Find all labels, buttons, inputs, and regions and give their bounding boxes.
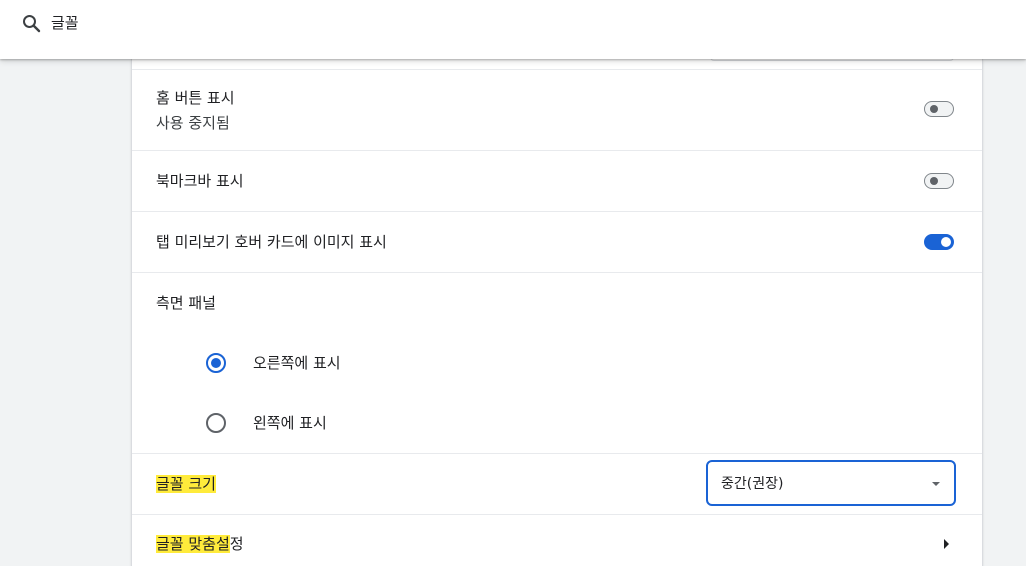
search-input[interactable]: 글꼴 <box>51 13 79 33</box>
toggle-knob <box>930 105 938 113</box>
toggle-track <box>924 101 954 117</box>
search-icon[interactable] <box>20 12 44 36</box>
radio-button-left[interactable] <box>206 413 226 433</box>
divider <box>132 69 982 70</box>
toggle-track <box>924 173 954 189</box>
bookmarks-bar-toggle[interactable] <box>924 171 956 191</box>
home-button-label: 홈 버튼 표시 <box>156 89 235 107</box>
tab-preview-images-toggle[interactable] <box>924 232 956 252</box>
divider <box>132 150 982 151</box>
divider <box>132 453 982 454</box>
appearance-settings-card: 홈 버튼 표시 사용 중지됨 북마크바 표시 탭 미리보기 호버 카드에 이미지… <box>131 56 983 566</box>
home-button-sublabel: 사용 중지됨 <box>156 114 230 132</box>
chevron-right-icon[interactable] <box>944 539 949 549</box>
arrow-drop-down-icon <box>932 482 940 486</box>
divider <box>132 211 982 212</box>
search-highlight: 글꼴 크기 <box>156 475 216 493</box>
radio-label-right[interactable]: 오른쪽에 표시 <box>253 353 341 373</box>
side-panel-label: 측면 패널 <box>156 294 216 312</box>
home-button-toggle[interactable] <box>924 99 956 119</box>
customize-fonts-label-rest: 정 <box>229 535 244 553</box>
font-size-label: 글꼴 크기 <box>156 474 216 494</box>
divider <box>132 514 982 515</box>
divider <box>132 272 982 273</box>
customize-fonts-label: 글꼴 맞춤설정 <box>156 534 244 554</box>
toggle-knob <box>941 237 951 247</box>
radio-button-right[interactable] <box>206 353 226 373</box>
search-highlight: 글꼴 맞춤설 <box>156 535 230 553</box>
toggle-knob <box>930 177 938 185</box>
radio-label-left[interactable]: 왼쪽에 표시 <box>253 413 327 433</box>
bookmarks-bar-label: 북마크바 표시 <box>156 172 244 190</box>
tab-preview-images-label: 탭 미리보기 호버 카드에 이미지 표시 <box>156 233 387 251</box>
search-bar: 글꼴 <box>0 0 1026 59</box>
font-size-selected-value: 중간(권장) <box>721 476 784 492</box>
font-size-select[interactable]: 중간(권장) <box>706 460 956 506</box>
